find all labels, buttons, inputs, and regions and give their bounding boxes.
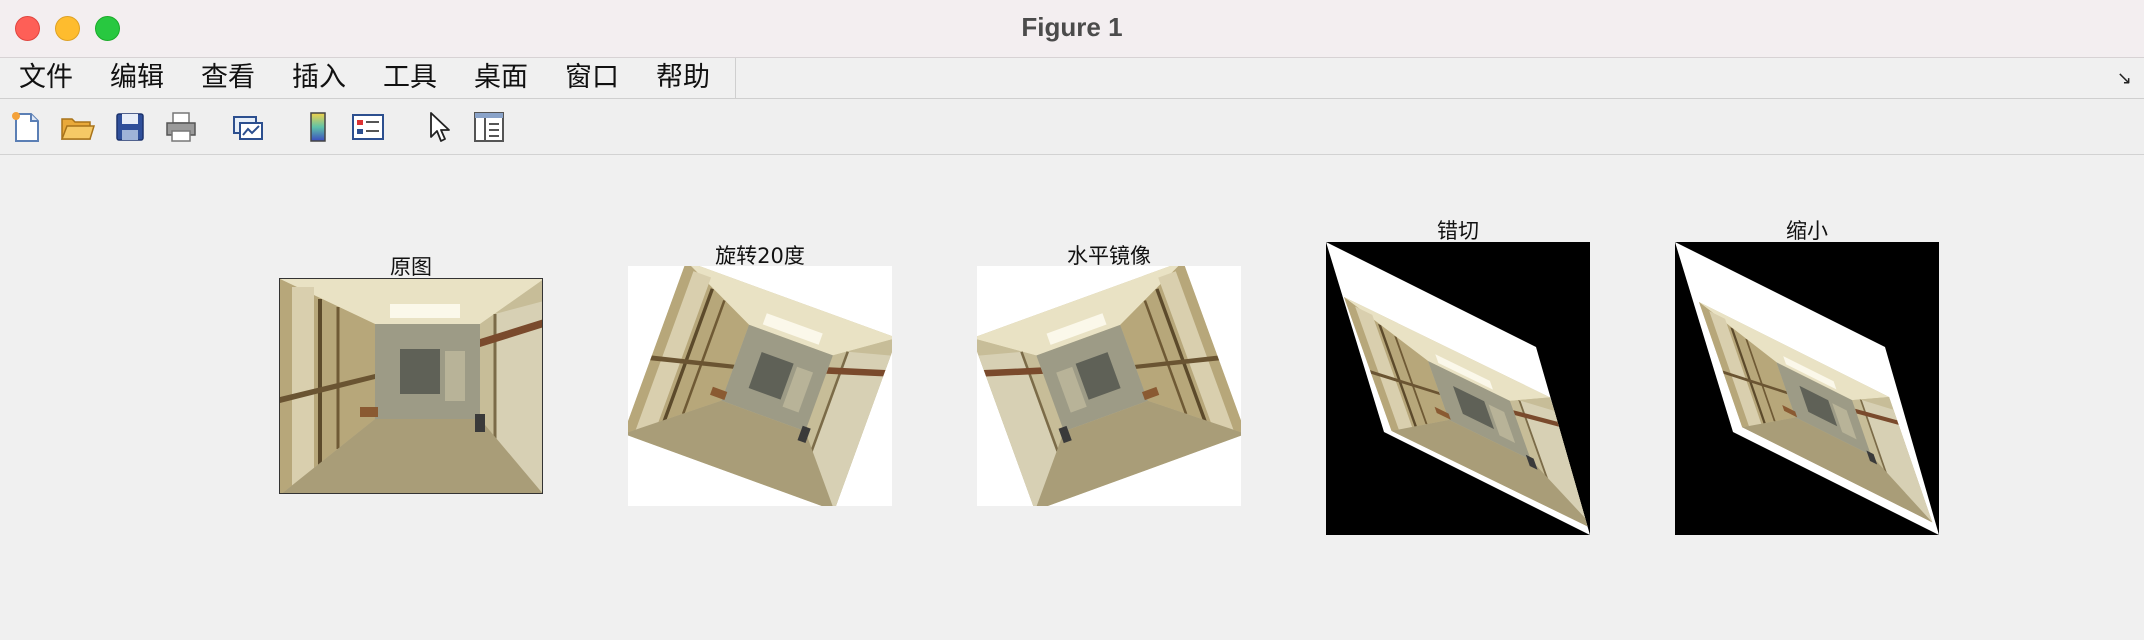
sheared-image — [1326, 242, 1590, 535]
subplot-title: 错切 — [1437, 219, 1479, 243]
menu-bar: 文件 编辑 查看 插入 工具 桌面 窗口 帮助 ↘ — [0, 58, 2144, 99]
menu-file[interactable]: 文件 — [0, 58, 91, 98]
subplot-sheared: 错切 — [1326, 215, 1590, 535]
menu-desktop[interactable]: 桌面 — [455, 58, 546, 98]
image-axes[interactable] — [628, 266, 892, 506]
menu-tools[interactable]: 工具 — [364, 58, 455, 98]
image-axes[interactable] — [1326, 242, 1590, 535]
menu-edit[interactable]: 编辑 — [91, 58, 182, 98]
menu-window[interactable]: 窗口 — [546, 58, 637, 98]
property-editor-icon[interactable] — [471, 109, 507, 145]
window-title-bar: Figure 1 — [0, 0, 2144, 58]
open-folder-icon[interactable] — [59, 109, 95, 145]
rotated-image — [628, 266, 892, 506]
save-icon[interactable] — [112, 109, 148, 145]
new-figure-icon[interactable] — [8, 109, 44, 145]
figure-canvas: 原图 旋转20度 水平镜像 错切 缩小 — [0, 155, 2144, 640]
image-axes[interactable] — [279, 278, 543, 494]
pointer-icon[interactable] — [421, 109, 457, 145]
image-axes[interactable] — [1675, 242, 1939, 535]
subplot-title: 原图 — [390, 255, 432, 279]
subplot-mirrored: 水平镜像 — [977, 240, 1241, 510]
mirrored-image — [977, 266, 1241, 506]
print-icon[interactable] — [163, 109, 199, 145]
menu-view[interactable]: 查看 — [182, 58, 273, 98]
image-axes[interactable] — [977, 266, 1241, 506]
menu-insert[interactable]: 插入 — [273, 58, 364, 98]
link-plot-icon[interactable] — [230, 109, 266, 145]
scaled-down-image — [1675, 242, 1939, 535]
subplot-original: 原图 — [279, 251, 543, 501]
window-title: Figure 1 — [1021, 12, 1123, 42]
subplot-title: 缩小 — [1786, 219, 1828, 243]
dock-arrow-icon[interactable]: ↘ — [2117, 68, 2132, 89]
subplot-scaled-down: 缩小 — [1675, 215, 1939, 535]
colorbar-icon[interactable] — [300, 109, 336, 145]
figure-toolbar — [0, 99, 2144, 155]
legend-icon[interactable] — [350, 109, 386, 145]
subplot-rotated: 旋转20度 — [628, 240, 892, 510]
original-image — [280, 279, 542, 493]
menu-help[interactable]: 帮助 — [637, 58, 728, 98]
